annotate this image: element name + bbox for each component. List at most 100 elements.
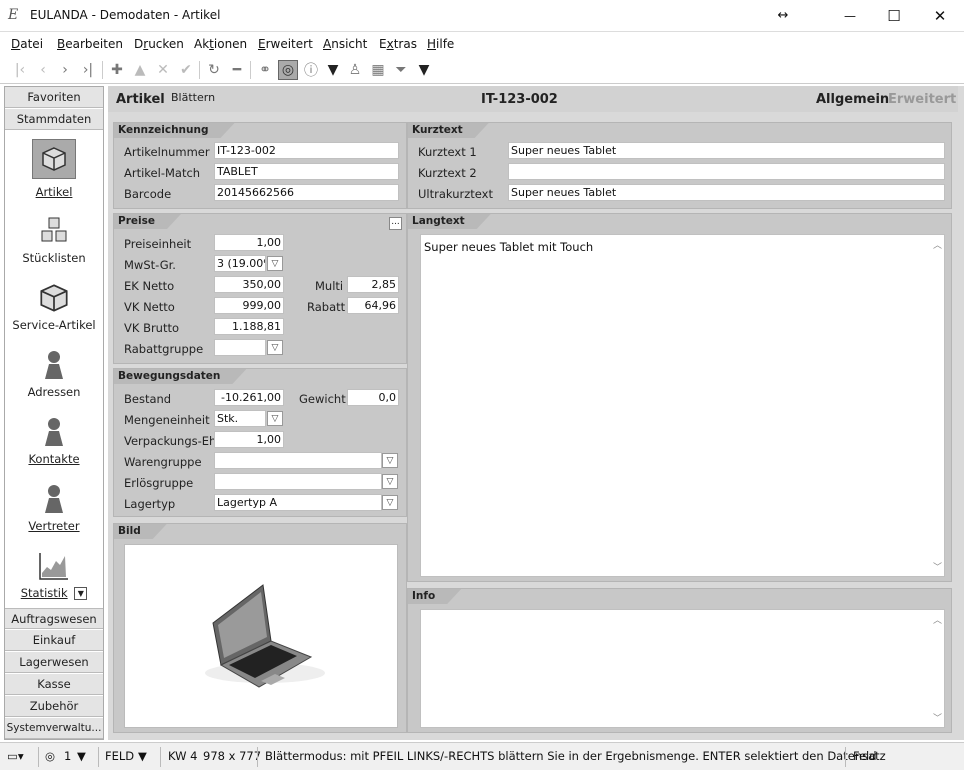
sidebar-item-adressen[interactable]: Adressen — [5, 349, 103, 399]
chevron-down-icon[interactable]: ▽ — [382, 474, 398, 489]
form-title: Artikel — [116, 92, 165, 107]
menu-extras[interactable]: Extras — [379, 37, 417, 51]
preise-more-button[interactable]: ... — [389, 217, 402, 230]
bestand-field[interactable]: -10.261,00 — [214, 389, 284, 406]
person-icon — [45, 418, 63, 446]
menu-ansicht[interactable]: Ansicht — [323, 37, 367, 51]
tab-allgemein[interactable]: Allgemein — [816, 92, 889, 107]
gewicht-field[interactable]: 0,0 — [347, 389, 399, 406]
feld-dropdown-icon[interactable]: ▼ — [138, 749, 147, 763]
mwst-select[interactable]: 3 (19.00%) — [214, 255, 266, 272]
panel-info: Info ︿ ﹀ — [407, 588, 952, 733]
sidebar-item-vertreter[interactable]: Vertreter — [5, 483, 103, 533]
prev-record-icon[interactable]: ‹ — [33, 60, 53, 80]
sidebar-group-lagerwesen[interactable]: Lagerwesen — [5, 652, 103, 673]
up-icon[interactable]: ▲ — [130, 60, 150, 80]
menu-label: Ak — [194, 37, 210, 51]
menu-bearbeiten[interactable]: Bearbeiten — [57, 37, 123, 51]
grid-icon[interactable]: ▦ — [368, 60, 388, 80]
menu-erweitert[interactable]: Erweitert — [258, 37, 313, 51]
maximize-button[interactable]: ☐ — [871, 0, 917, 31]
menu-aktionen[interactable]: Aktionen — [194, 37, 247, 51]
sidebar-group-einkauf[interactable]: Einkauf — [5, 630, 103, 651]
rabatt-field[interactable]: 64,96 — [347, 297, 399, 314]
ultrakurztext-field[interactable]: Super neues Tablet — [508, 184, 945, 201]
verpackungseinheit-field[interactable]: 1,00 — [214, 431, 284, 448]
confirm-icon[interactable]: ✔ — [176, 60, 196, 80]
menu-hilfe[interactable]: Hilfe — [427, 37, 454, 51]
menu-label: ilfe — [436, 37, 455, 51]
binoculars-icon[interactable]: ⚭ — [255, 60, 275, 80]
refresh-icon[interactable]: ↻ — [204, 60, 224, 80]
sidebar-group-stammdaten[interactable]: Stammdaten — [5, 109, 103, 130]
sidebar-item-stuecklisten[interactable]: Stücklisten — [5, 215, 103, 265]
chevron-down-icon[interactable]: ▽ — [267, 256, 283, 271]
sidebar-item-service-artikel[interactable]: Service-Artikel — [5, 282, 103, 332]
field-label: Kurztext 2 — [418, 166, 477, 180]
filter-active-icon[interactable]: ◎ — [278, 60, 298, 80]
dropdown-arrow-icon[interactable]: ▼ — [323, 60, 343, 80]
multi-field[interactable]: 2,85 — [347, 276, 399, 293]
scroll-up-icon[interactable]: ︿ — [933, 238, 942, 251]
product-image[interactable] — [124, 544, 398, 728]
rabattgruppe-select[interactable] — [214, 339, 266, 356]
scroll-down-icon[interactable]: ﹀ — [933, 560, 942, 573]
cancel-icon[interactable]: ✕ — [153, 60, 173, 80]
person-icon[interactable]: ♙ — [345, 60, 365, 80]
langtext-textarea[interactable]: Super neues Tablet mit Touch ︿ ﹀ — [420, 234, 945, 577]
vk-brutto-field[interactable]: 1.188,81 — [214, 318, 284, 335]
sidebar-item-kontakte[interactable]: Kontakte — [5, 416, 103, 466]
sidebar-item-statistik[interactable]: Statistik ▼ — [5, 550, 103, 600]
chevron-down-icon[interactable]: ▽ — [267, 411, 283, 426]
sidebar-group-zubehoer[interactable]: Zubehör — [5, 696, 103, 717]
status-field: Feld — [853, 749, 877, 763]
info-textarea[interactable]: ︿ ﹀ — [420, 609, 945, 728]
ek-netto-field[interactable]: 350,00 — [214, 276, 284, 293]
kurztext1-field[interactable]: Super neues Tablet — [508, 142, 945, 159]
target-icon[interactable]: ◎ — [45, 749, 55, 763]
lagertyp-select[interactable]: Lagertyp A — [214, 494, 382, 511]
sidebar-item-artikel[interactable]: Artikel — [5, 139, 103, 199]
artikel-match-field[interactable]: TABLET — [214, 163, 399, 180]
minimize-button[interactable]: — — [827, 0, 873, 31]
page-dropdown-icon[interactable]: ▼ — [77, 749, 86, 763]
kurztext2-field[interactable] — [508, 163, 945, 180]
funnel-icon[interactable]: ⏷ — [391, 60, 411, 80]
sidebar-group-systemverwaltung[interactable]: Systemverwaltu... — [5, 718, 103, 739]
status-message: Blättermodus: mit PFEIL LINKS/-RECHTS bl… — [265, 749, 886, 763]
funnel-dropdown-icon[interactable]: ▼ — [414, 60, 434, 80]
delete-icon[interactable]: ━ — [227, 60, 247, 80]
scroll-up-icon[interactable]: ︿ — [933, 613, 942, 626]
title-bar: E EULANDA - Demodaten - Artikel ↔ — ☐ ✕ — [0, 0, 964, 32]
erloesgruppe-select[interactable] — [214, 473, 382, 490]
next-record-icon[interactable]: › — [55, 60, 75, 80]
menu-drucken[interactable]: Drucken — [134, 37, 184, 51]
artikelnummer-field[interactable]: IT-123-002 — [214, 142, 399, 159]
add-icon[interactable]: ✚ — [107, 60, 127, 80]
warengruppe-select[interactable] — [214, 452, 382, 469]
menu-datei[interactable]: Datei — [11, 37, 43, 51]
menu-label: ionen — [213, 37, 248, 51]
preiseinheit-field[interactable]: 1,00 — [214, 234, 284, 251]
statistik-dropdown-button[interactable]: ▼ — [74, 587, 88, 600]
info-icon[interactable]: ⓘ — [301, 60, 321, 80]
chevron-down-icon[interactable]: ▽ — [267, 340, 283, 355]
person-icon — [45, 485, 63, 513]
vk-netto-field[interactable]: 999,00 — [214, 297, 284, 314]
sidebar-group-kasse[interactable]: Kasse — [5, 674, 103, 695]
scroll-down-icon[interactable]: ﹀ — [933, 711, 942, 724]
chevron-down-icon[interactable]: ▽ — [382, 495, 398, 510]
last-record-icon[interactable]: ›| — [78, 60, 98, 80]
panel-title: Preise — [114, 214, 181, 229]
chevron-down-icon[interactable]: ▽ — [382, 453, 398, 468]
window-layout-icon[interactable]: ▭▾ — [7, 749, 24, 763]
sidebar-group-auftragswesen[interactable]: Auftragswesen — [5, 608, 103, 629]
first-record-icon[interactable]: |‹ — [10, 60, 30, 80]
close-button[interactable]: ✕ — [917, 0, 963, 31]
tab-erweitert[interactable]: Erweitert — [888, 92, 956, 107]
sidebar-group-favoriten[interactable]: Favoriten — [5, 87, 103, 108]
barcode-field[interactable]: 20145662566 — [214, 184, 399, 201]
form-header: Artikel Blättern IT-123-002 Allgemein Er… — [108, 86, 958, 112]
mengeneinheit-select[interactable]: Stk. — [214, 410, 266, 427]
panel-langtext: Langtext Super neues Tablet mit Touch ︿ … — [407, 213, 952, 582]
